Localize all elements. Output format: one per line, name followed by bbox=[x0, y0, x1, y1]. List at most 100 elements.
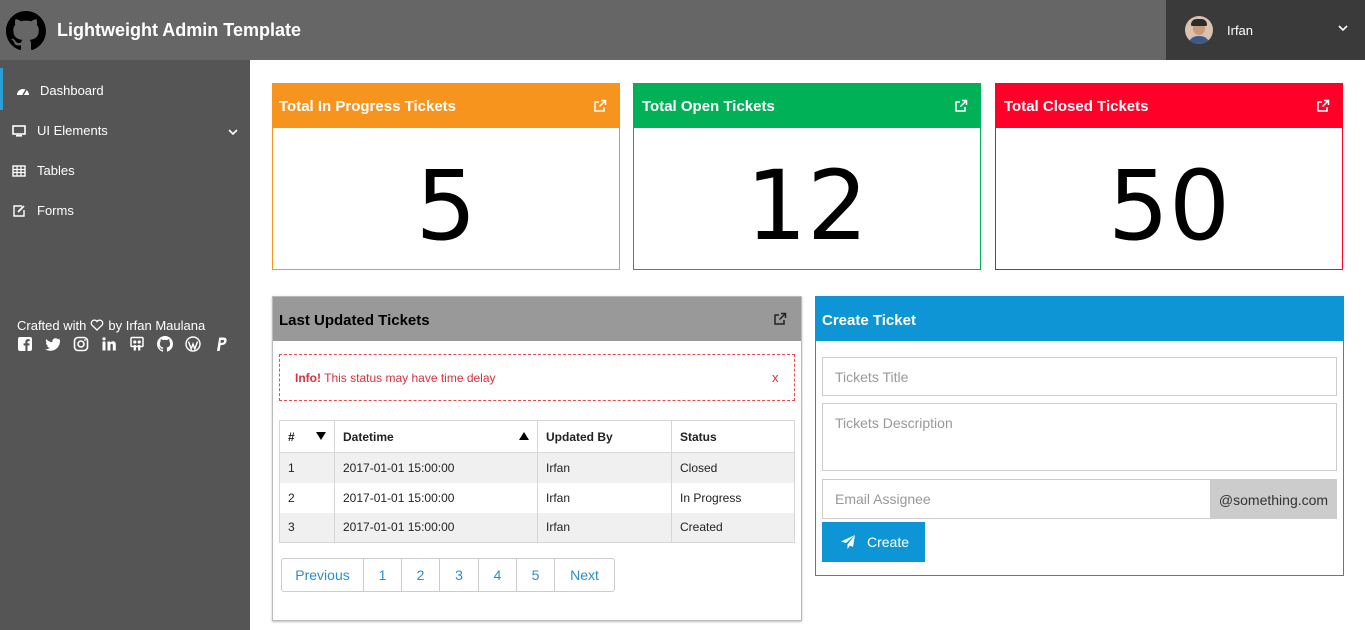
desktop-icon bbox=[12, 125, 26, 137]
sidebar-item-label: Tables bbox=[37, 163, 75, 178]
table-row: 3 2017-01-01 15:00:00 Irfan Created bbox=[279, 512, 795, 543]
card-title: Total Closed Tickets bbox=[1004, 98, 1149, 115]
table-cell: 2017-01-01 15:00:00 bbox=[334, 482, 538, 513]
slideshare-icon[interactable] bbox=[129, 336, 145, 352]
ticket-title-input[interactable] bbox=[822, 357, 1337, 396]
stat-value: 12 bbox=[745, 150, 869, 262]
stat-card-open: Total Open Tickets 12 bbox=[633, 83, 981, 270]
alert-strong: Info! bbox=[295, 371, 321, 385]
tickets-table: # Datetime Updated By Status 1 2017-01-0… bbox=[279, 420, 795, 543]
avatar bbox=[1185, 16, 1213, 44]
external-link-icon[interactable] bbox=[954, 99, 968, 113]
sidebar-item-label: Dashboard bbox=[40, 83, 104, 98]
table-row: 2 2017-01-01 15:00:00 Irfan In Progress bbox=[279, 482, 795, 513]
crafted-prefix: Crafted with bbox=[17, 318, 87, 333]
stat-value: 50 bbox=[1107, 150, 1231, 262]
card-title: Total In Progress Tickets bbox=[279, 98, 457, 115]
facebook-icon[interactable] bbox=[17, 336, 33, 352]
crafted-by-text: Crafted with by Irfan Maulana bbox=[17, 318, 205, 333]
table-cell: 2 bbox=[279, 482, 335, 513]
sidebar-item-label: Forms bbox=[37, 203, 74, 218]
pagination-next[interactable]: Next bbox=[555, 559, 614, 591]
table-cell: Created bbox=[671, 512, 795, 543]
sidebar-item-forms[interactable]: Forms bbox=[0, 180, 250, 220]
pagination: Previous 1 2 3 4 5 Next bbox=[281, 558, 615, 592]
sort-desc-icon bbox=[316, 432, 326, 440]
alert-text: Info! This status may have time delay bbox=[295, 371, 496, 385]
email-domain-addon: @something.com bbox=[1210, 479, 1337, 519]
table-cell: 1 bbox=[279, 452, 335, 483]
ticket-description-textarea[interactable] bbox=[822, 403, 1337, 471]
chevron-down-icon bbox=[228, 129, 238, 136]
panel-title: Last Updated Tickets bbox=[279, 312, 430, 329]
create-button[interactable]: Create bbox=[822, 522, 925, 562]
paypal-icon[interactable] bbox=[213, 336, 229, 352]
table-cell: 2017-01-01 15:00:00 bbox=[334, 512, 538, 543]
card-header: Total Closed Tickets bbox=[996, 84, 1342, 128]
table-icon bbox=[12, 165, 26, 177]
external-link-icon[interactable] bbox=[773, 312, 787, 326]
table-row: 1 2017-01-01 15:00:00 Irfan Closed bbox=[279, 452, 795, 483]
pagination-page-4[interactable]: 4 bbox=[479, 559, 517, 591]
github-logo-icon[interactable] bbox=[6, 11, 46, 51]
pagination-page-2[interactable]: 2 bbox=[402, 559, 440, 591]
column-label: Status bbox=[680, 429, 717, 444]
user-menu[interactable]: Irfan bbox=[1166, 0, 1365, 60]
pagination-page-5[interactable]: 5 bbox=[517, 559, 555, 591]
pagination-page-1[interactable]: 1 bbox=[364, 559, 402, 591]
table-cell: In Progress bbox=[671, 482, 795, 513]
column-label: Datetime bbox=[343, 429, 394, 444]
sidebar-item-label: UI Elements bbox=[37, 123, 108, 138]
column-label: Updated By bbox=[546, 429, 613, 444]
sidebar-item-ui-elements[interactable]: UI Elements bbox=[0, 100, 250, 140]
chevron-down-icon bbox=[1338, 25, 1348, 32]
stat-card-in-progress: Total In Progress Tickets 5 bbox=[272, 83, 620, 270]
external-link-icon[interactable] bbox=[1316, 99, 1330, 113]
instagram-icon[interactable] bbox=[73, 336, 89, 352]
pagination-previous[interactable]: Previous bbox=[282, 559, 364, 591]
alert-close-button[interactable]: x bbox=[772, 370, 779, 385]
table-cell: Irfan bbox=[537, 482, 672, 513]
paper-plane-icon bbox=[841, 535, 855, 549]
stat-card-closed: Total Closed Tickets 50 bbox=[995, 83, 1343, 270]
last-updated-tickets-panel: Last Updated Tickets Info! This status m… bbox=[272, 296, 802, 621]
github-icon[interactable] bbox=[157, 336, 173, 352]
table-cell: Irfan bbox=[537, 452, 672, 483]
user-name: Irfan bbox=[1227, 23, 1254, 38]
column-header-datetime[interactable]: Datetime bbox=[334, 420, 538, 453]
sidebar-item-dashboard[interactable]: Dashboard bbox=[0, 60, 250, 110]
wordpress-icon[interactable] bbox=[185, 336, 201, 352]
top-navbar: Lightweight Admin Template Irfan bbox=[0, 0, 1365, 60]
pagination-page-3[interactable]: 3 bbox=[440, 559, 479, 591]
create-ticket-panel: Create Ticket @something.com Create bbox=[815, 296, 1344, 576]
dashboard-icon bbox=[17, 89, 29, 96]
table-cell: Irfan bbox=[537, 512, 672, 543]
card-header: Total In Progress Tickets bbox=[273, 84, 619, 128]
card-title: Total Open Tickets bbox=[642, 98, 775, 115]
linkedin-icon[interactable] bbox=[101, 336, 117, 352]
heart-icon bbox=[91, 319, 104, 331]
email-assignee-input[interactable] bbox=[822, 479, 1212, 519]
column-header-number[interactable]: # bbox=[279, 420, 335, 453]
panel-header: Last Updated Tickets bbox=[273, 297, 801, 341]
column-header-status[interactable]: Status bbox=[671, 420, 795, 453]
external-link-icon[interactable] bbox=[593, 99, 607, 113]
stat-value: 5 bbox=[415, 150, 477, 262]
create-button-label: Create bbox=[867, 534, 910, 550]
crafted-author[interactable]: by Irfan Maulana bbox=[108, 318, 205, 333]
brand-title[interactable]: Lightweight Admin Template bbox=[57, 20, 301, 41]
table-cell: 3 bbox=[279, 512, 335, 543]
sidebar: Dashboard UI Elements Tables Forms Craft… bbox=[0, 60, 250, 630]
info-alert: Info! This status may have time delay x bbox=[279, 354, 795, 401]
card-header: Total Open Tickets bbox=[634, 84, 980, 128]
table-cell: 2017-01-01 15:00:00 bbox=[334, 452, 538, 483]
sidebar-item-tables[interactable]: Tables bbox=[0, 140, 250, 180]
panel-title: Create Ticket bbox=[822, 312, 916, 329]
panel-header: Create Ticket bbox=[816, 297, 1343, 341]
sort-asc-icon bbox=[519, 432, 529, 440]
column-header-updated-by[interactable]: Updated By bbox=[537, 420, 672, 453]
alert-message: This status may have time delay bbox=[321, 371, 496, 385]
table-cell: Closed bbox=[671, 452, 795, 483]
column-label: # bbox=[288, 429, 295, 444]
twitter-icon[interactable] bbox=[45, 336, 61, 352]
